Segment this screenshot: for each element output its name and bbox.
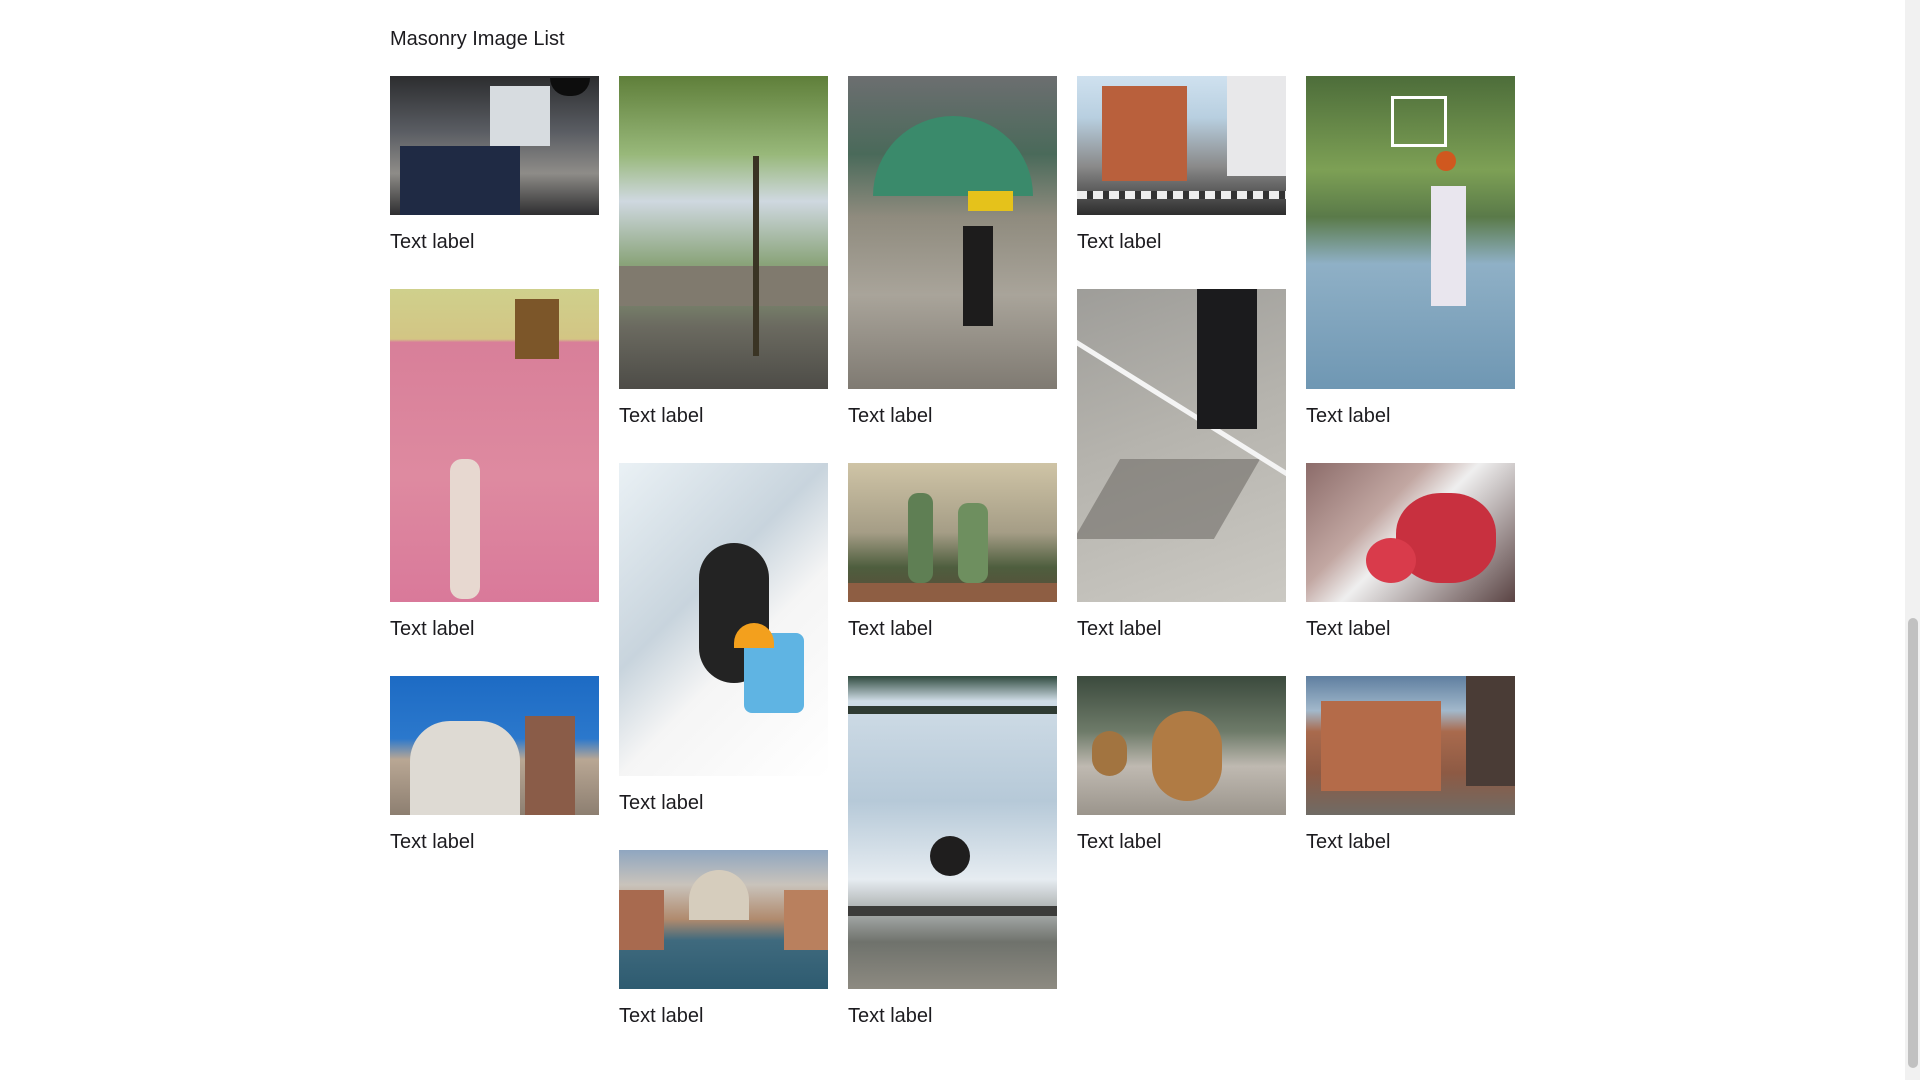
masonry-column: Text label Text label Text label (1077, 76, 1286, 1043)
image-list-item[interactable]: Text label (390, 76, 599, 269)
item-label: Text label (848, 618, 933, 640)
masonry-image-list: Text label Text label Text label Text la… (390, 76, 1515, 1043)
image-list-item[interactable]: Text label (848, 463, 1057, 656)
item-label: Text label (1077, 618, 1162, 640)
image-list-item[interactable]: Text label (1306, 676, 1515, 869)
item-label: Text label (390, 618, 475, 640)
image-list-item[interactable]: Text label (848, 676, 1057, 1043)
page: Masonry Image List Text label Text label (0, 0, 1920, 1080)
item-label: Text label (619, 405, 704, 427)
basketball-player-image[interactable] (1306, 76, 1515, 389)
image-list-item[interactable]: Text label (619, 76, 828, 443)
scrollbar-thumb[interactable] (1908, 618, 1918, 1068)
item-label: Text label (848, 405, 933, 427)
cafe-interior-image[interactable] (390, 76, 599, 215)
image-list-item[interactable]: Text label (390, 289, 599, 656)
image-list-item[interactable]: Text label (619, 463, 828, 830)
market-cyclist-image[interactable] (848, 76, 1057, 389)
masonry-column: Text label Text label Text label (390, 76, 599, 1043)
item-label: Text label (1306, 831, 1391, 853)
cactus-shop-image[interactable] (848, 463, 1057, 602)
woman-ice-cream-image[interactable] (619, 463, 828, 776)
vertical-scrollbar[interactable] (1905, 0, 1920, 1080)
item-label: Text label (619, 1005, 704, 1027)
image-list-item[interactable]: Text label (848, 76, 1057, 443)
image-list-item[interactable]: Text label (390, 676, 599, 869)
item-label: Text label (1077, 231, 1162, 253)
image-list-item[interactable]: Text label (619, 850, 828, 1043)
masonry-column: Text label Text label Text label (619, 76, 828, 1043)
item-label: Text label (390, 231, 475, 253)
masonry-column: Text label Text label Text label (848, 76, 1057, 1043)
page-title: Masonry Image List (390, 28, 565, 50)
red-flowers-image[interactable] (1306, 463, 1515, 602)
item-label: Text label (1306, 405, 1391, 427)
item-label: Text label (1077, 831, 1162, 853)
venice-canal-image[interactable] (619, 850, 828, 989)
cyclist-road-image[interactable] (1077, 289, 1286, 602)
item-label: Text label (619, 792, 704, 814)
image-list-item[interactable]: Text label (1306, 463, 1515, 656)
brick-townhouses-image[interactable] (1306, 676, 1515, 815)
item-label: Text label (390, 831, 475, 853)
child-swing-image[interactable] (848, 676, 1057, 989)
image-list-item[interactable]: Text label (1077, 676, 1286, 869)
park-lamp-image[interactable] (619, 76, 828, 389)
statue-pink-wall-image[interactable] (390, 289, 599, 602)
image-list-item[interactable]: Text label (1077, 289, 1286, 656)
image-list-item[interactable]: Text label (1306, 76, 1515, 443)
item-label: Text label (1306, 618, 1391, 640)
shar-pei-dog-image[interactable] (1077, 676, 1286, 815)
lion-statue-image[interactable] (390, 676, 599, 815)
image-list-item[interactable]: Text label (1077, 76, 1286, 269)
masonry-column: Text label Text label Text label (1306, 76, 1515, 1043)
brick-building-street-image[interactable] (1077, 76, 1286, 215)
item-label: Text label (848, 1005, 933, 1027)
